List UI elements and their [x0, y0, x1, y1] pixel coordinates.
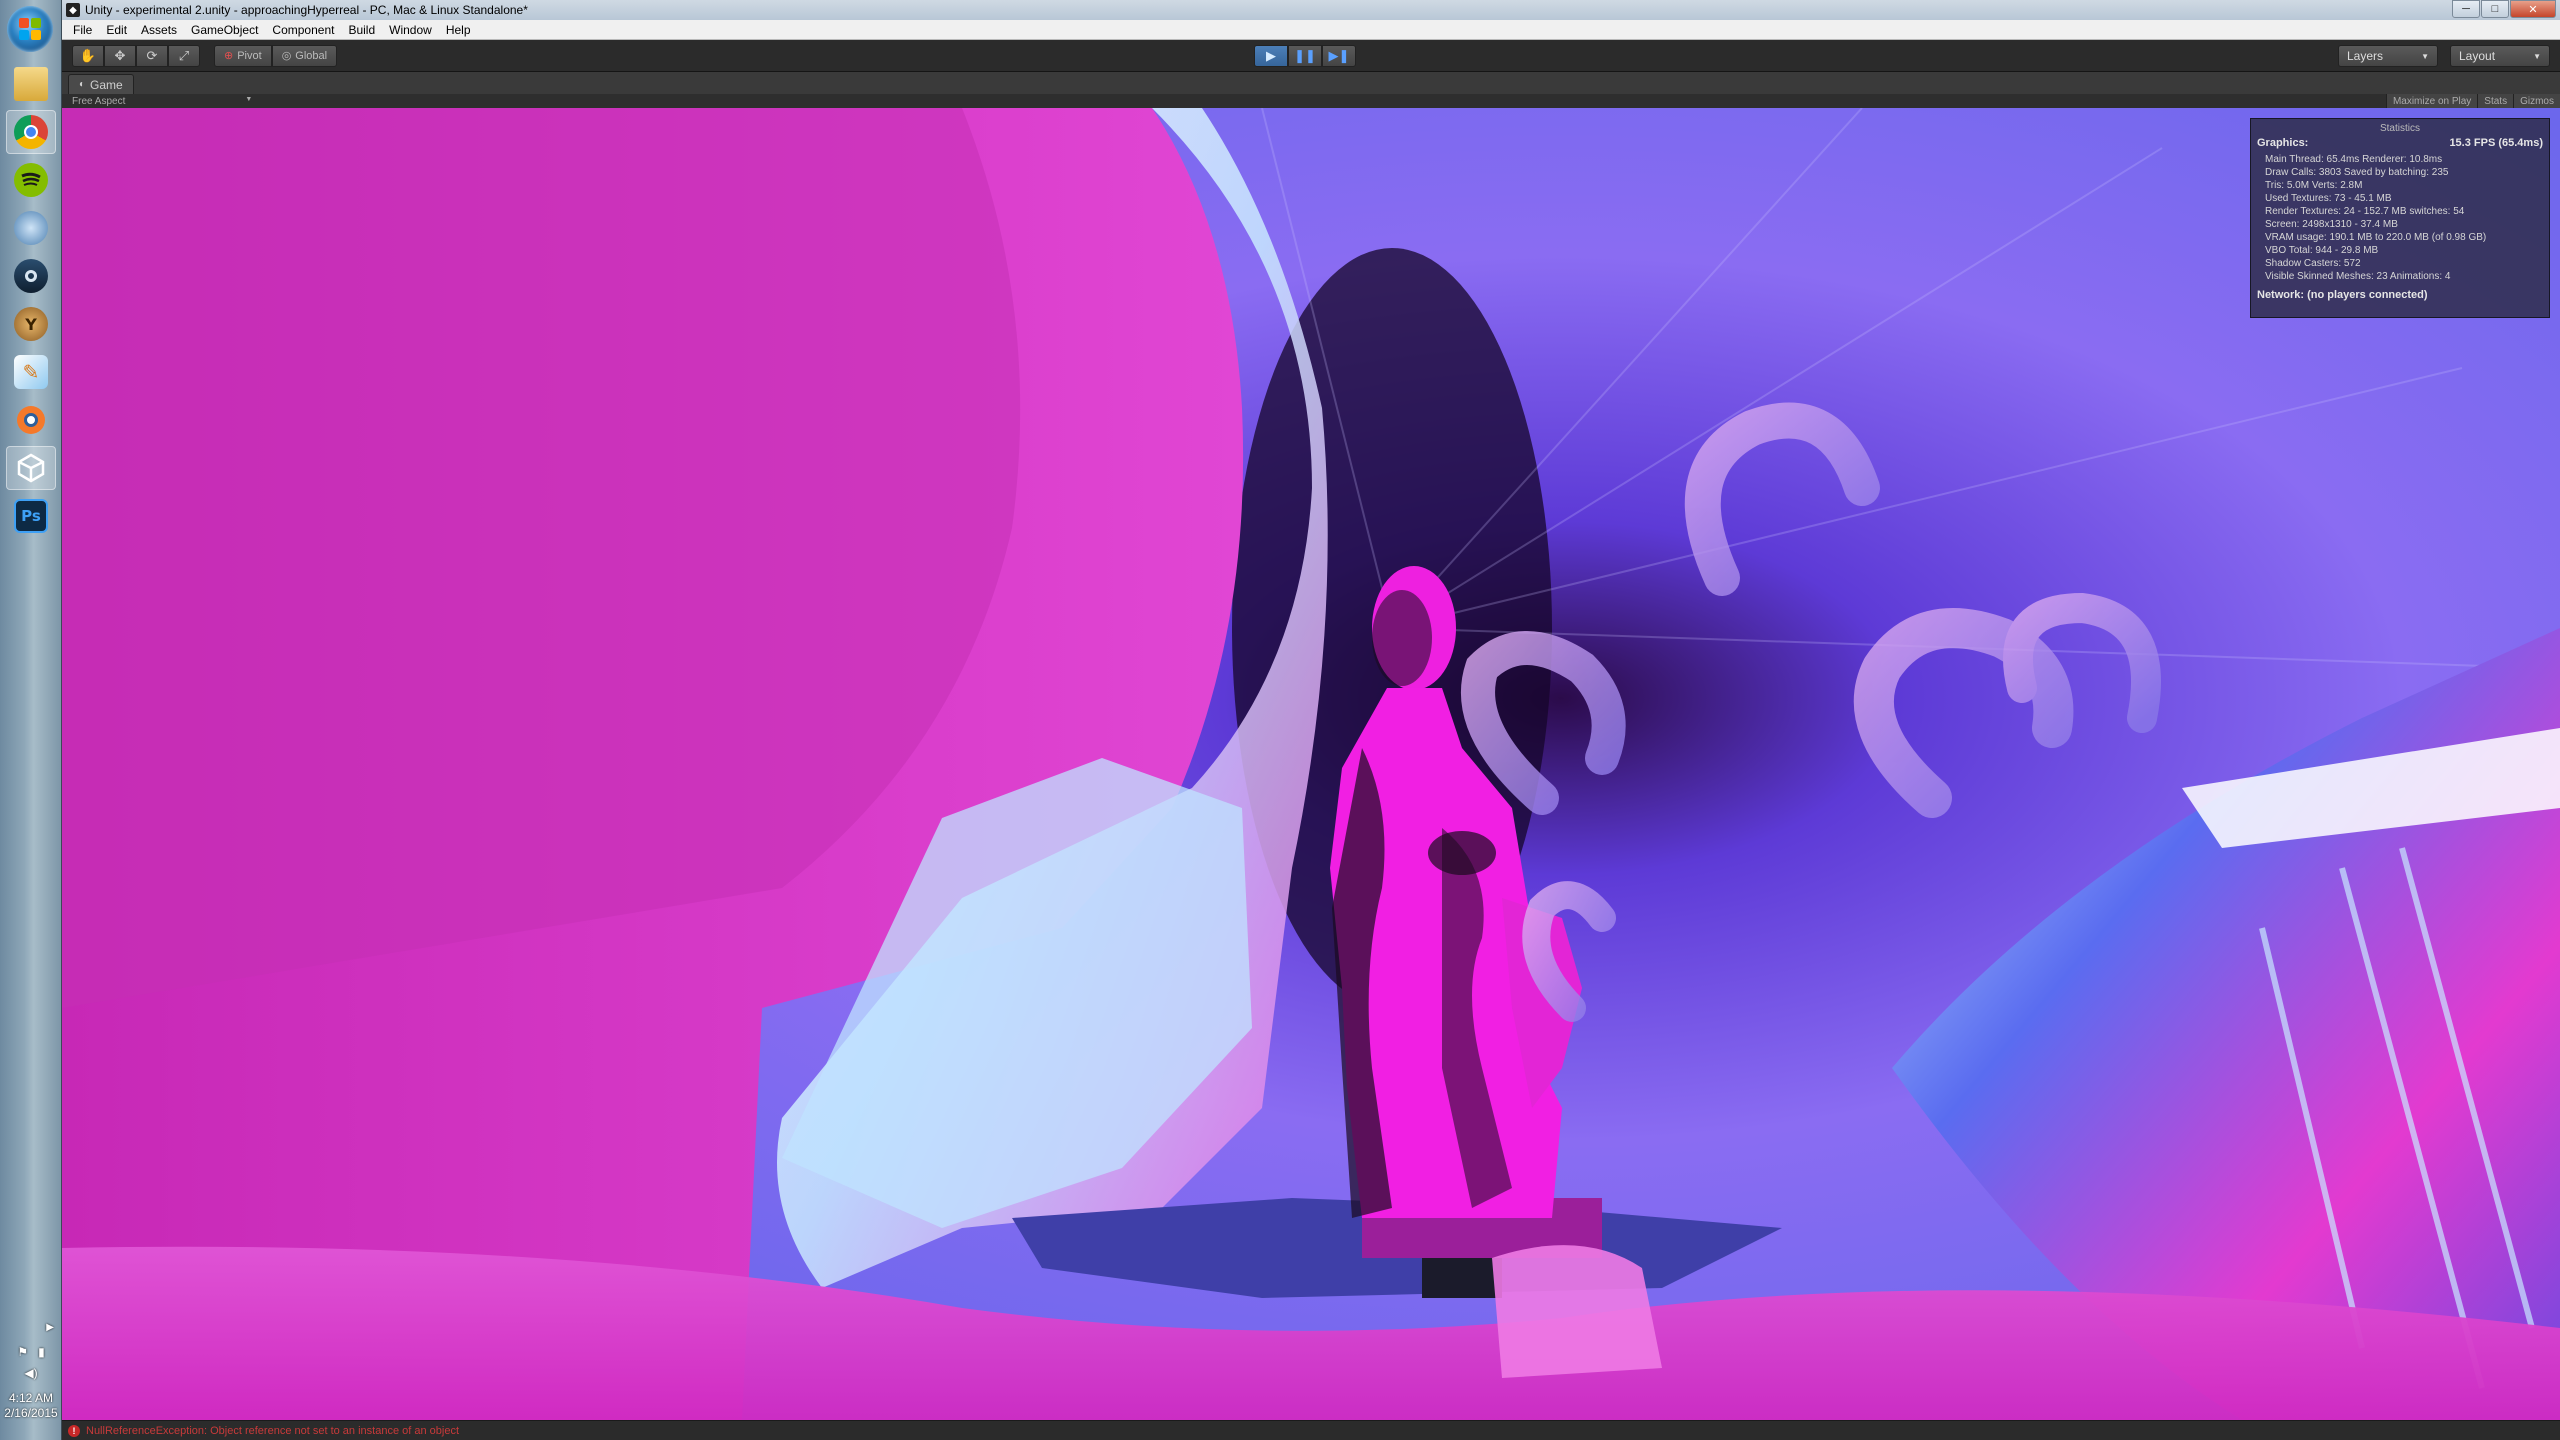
folder-icon [14, 67, 48, 101]
play-controls: ▶ ❚❚ ▶❚ [1254, 45, 1356, 67]
taskbar-steam[interactable] [6, 254, 56, 298]
move-tool-icon[interactable]: ✥ [104, 44, 136, 67]
steam-icon [14, 259, 48, 293]
scene-render [62, 108, 2560, 1420]
game-controller-icon: ◐ [79, 79, 86, 90]
stat-line: Screen: 2498x1310 - 37.4 MB [2265, 219, 2398, 230]
pivot-toggle[interactable]: ⊕ Pivot [214, 44, 272, 67]
layers-label: Layers [2347, 49, 2384, 63]
unity-editor-window: ◆ Unity - experimental 2.unity - approac… [62, 0, 2560, 1440]
error-icon: ! [68, 1424, 80, 1437]
game-tab-strip: ◐ Game [62, 72, 2560, 94]
taskbar-chrome[interactable] [6, 110, 56, 154]
title-bar[interactable]: ◆ Unity - experimental 2.unity - approac… [62, 0, 2560, 20]
menu-assets[interactable]: Assets [134, 23, 184, 37]
menu-bar: File Edit Assets GameObject Component Bu… [62, 20, 2560, 40]
clock-date[interactable]: 2/16/2015 [0, 1406, 62, 1421]
scale-tool-icon[interactable]: ⤢ [168, 44, 200, 67]
start-button[interactable] [7, 6, 53, 52]
rotate-tool-icon[interactable]: ⟳ [136, 44, 168, 67]
volume-icon[interactable]: ◀) [24, 1366, 37, 1381]
menu-help[interactable]: Help [439, 23, 478, 37]
pause-button[interactable]: ❚❚ [1288, 45, 1322, 67]
global-label: Global [295, 49, 328, 62]
chevron-down-icon: ▼ [2533, 51, 2541, 61]
globe-gear-icon [14, 211, 48, 245]
menu-window[interactable]: Window [382, 23, 439, 37]
taskbar-spotify[interactable] [6, 158, 56, 202]
layout-label: Layout [2459, 49, 2496, 63]
maximize-button[interactable]: □ [2481, 0, 2509, 18]
statistics-panel: Statistics Graphics: 15.3 FPS (65.4ms) M… [2250, 118, 2550, 318]
chevron-down-icon: ▼ [2421, 51, 2429, 61]
fps-readout: 15.3 FPS (65.4ms) [2449, 137, 2543, 149]
pivot-label: Pivot [237, 49, 262, 62]
taskbar-blender[interactable] [6, 398, 56, 442]
hand-tool-icon[interactable]: ✋ [72, 44, 104, 67]
taskbar-network-tool[interactable] [6, 206, 56, 250]
layout-dropdown[interactable]: Layout ▼ [2450, 45, 2550, 67]
global-icon: ◎ [281, 50, 292, 62]
game-view-controls: Free Aspect ▼ Maximize on Play Stats Giz… [62, 94, 2560, 108]
game-tab-label: Game [90, 77, 123, 92]
system-tray: ▶ ⚑ ▮ ◀) 4:12 AM 2/16/2015 [0, 1320, 62, 1421]
unity-icon [14, 451, 48, 485]
flag-tray-icon[interactable]: ⚑ [17, 1345, 28, 1360]
taskbar-unity[interactable] [6, 446, 56, 490]
gizmos-toggle[interactable]: Gizmos [2513, 94, 2560, 108]
stat-line: Shadow Casters: 572 [2265, 258, 2361, 269]
chevron-down-icon: ▼ [245, 95, 253, 103]
stat-line: Render Textures: 24 - 152.7 MB switches:… [2265, 206, 2465, 217]
y-logo-icon: Y [14, 307, 48, 341]
handle-toggles: ⊕ Pivot ◎ Global [214, 44, 338, 67]
windows-logo-icon [19, 18, 41, 40]
taskbar-photoshop[interactable]: Ps [6, 494, 56, 538]
blender-icon [14, 403, 48, 437]
global-toggle[interactable]: ◎ Global [271, 44, 338, 67]
stats-toggle[interactable]: Stats [2477, 94, 2514, 108]
chrome-icon [14, 115, 48, 149]
pencil-icon: ✎ [14, 355, 48, 389]
stat-line: Tris: 5.0M Verts: 2.8M [2265, 180, 2363, 191]
graphics-label: Graphics: [2257, 137, 2309, 149]
menu-edit[interactable]: Edit [99, 23, 134, 37]
menu-build[interactable]: Build [341, 23, 382, 37]
windows-taskbar: Y ✎ Ps ▶ ⚑ ▮ ◀) 4:12 AM 2/16/2015 [0, 0, 62, 1440]
menu-gameobject[interactable]: GameObject [184, 23, 265, 37]
taskbar-app-y[interactable]: Y [6, 302, 56, 346]
network-tray-icon[interactable]: ▮ [38, 1345, 45, 1360]
stat-line: Draw Calls: 3803 Saved by batching: 235 [2265, 167, 2449, 178]
status-message: NullReferenceException: Object reference… [86, 1424, 459, 1437]
stat-line: Used Textures: 73 - 45.1 MB [2265, 193, 2392, 204]
tab-game[interactable]: ◐ Game [68, 74, 134, 94]
tray-expand-icon[interactable]: ▶ [0, 1320, 62, 1335]
layers-dropdown[interactable]: Layers ▼ [2338, 45, 2438, 67]
close-button[interactable]: ✕ [2510, 0, 2556, 18]
stat-line: VBO Total: 944 - 29.8 MB [2265, 245, 2379, 256]
step-button[interactable]: ▶❚ [1322, 45, 1356, 67]
play-button[interactable]: ▶ [1254, 45, 1288, 67]
pivot-icon: ⊕ [224, 50, 234, 62]
minimize-button[interactable]: ─ [2452, 0, 2480, 18]
maximize-on-play-toggle[interactable]: Maximize on Play [2385, 94, 2478, 108]
aspect-dropdown[interactable]: Free Aspect [72, 96, 125, 107]
taskbar-sketch-app[interactable]: ✎ [6, 350, 56, 394]
unity-small-icon: ◆ [66, 3, 80, 17]
window-title: Unity - experimental 2.unity - approachi… [85, 3, 528, 17]
menu-file[interactable]: File [66, 23, 99, 37]
main-toolbar: ✋ ✥ ⟳ ⤢ ⊕ Pivot ◎ Global ▶ ❚❚ ▶❚ Layers … [62, 40, 2560, 72]
spotify-icon [14, 163, 48, 197]
clock-time[interactable]: 4:12 AM [0, 1391, 62, 1406]
stat-line: Main Thread: 65.4ms Renderer: 10.8ms [2265, 154, 2443, 165]
transform-tools: ✋ ✥ ⟳ ⤢ [72, 44, 200, 67]
network-status: Network: (no players connected) [2257, 289, 2428, 301]
menu-component[interactable]: Component [265, 23, 341, 37]
photoshop-icon: Ps [14, 499, 48, 533]
taskbar-file-explorer[interactable] [6, 62, 56, 106]
stat-line: VRAM usage: 190.1 MB to 220.0 MB (of 0.9… [2265, 232, 2487, 243]
game-viewport[interactable]: Statistics Graphics: 15.3 FPS (65.4ms) M… [62, 108, 2560, 1420]
stat-line: Visible Skinned Meshes: 23 Animations: 4 [2265, 271, 2451, 282]
statistics-header: Statistics [2379, 123, 2420, 134]
console-status-bar[interactable]: ! NullReferenceException: Object referen… [62, 1420, 2560, 1440]
